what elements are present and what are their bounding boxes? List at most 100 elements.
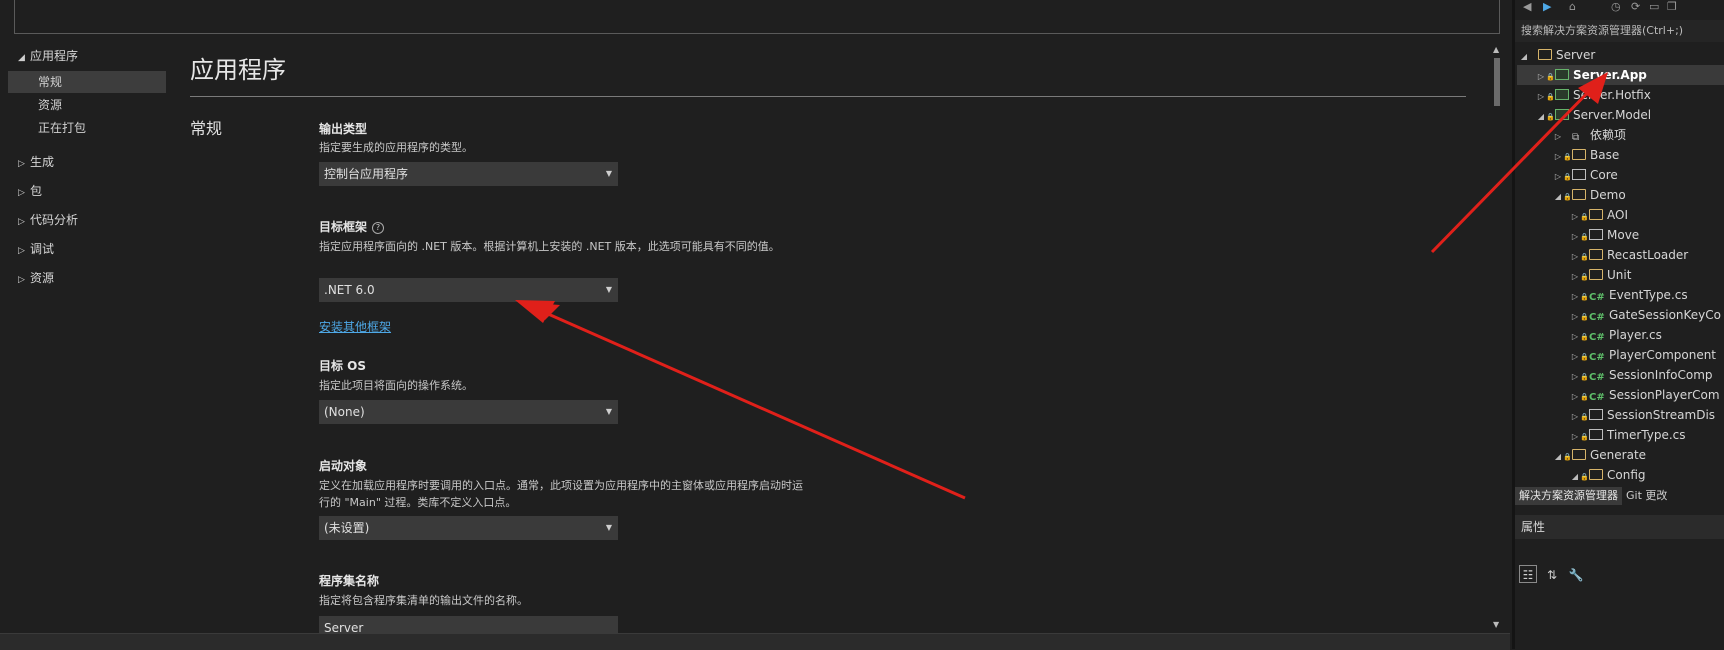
nav-group-label: 应用程序 [30,49,79,63]
expanded-arrow-icon[interactable]: ◢ [1570,467,1580,487]
tree-item-sessionplayercom[interactable]: ▷ 🔒C# SessionPlayerCom [1519,385,1724,405]
lock-icon: 🔒 [1580,433,1589,441]
tree-item-label: Demo [1590,188,1626,202]
tree-item-label: Config [1607,468,1646,482]
collapsed-arrow-icon[interactable]: ▷ [1570,267,1580,287]
tree-item-server[interactable]: ◢ Server [1519,45,1724,65]
target-framework-dropdown[interactable]: .NET 6.0 ▼ [319,278,618,302]
scrollbar-thumb[interactable] [1494,58,1500,106]
csharp-icon: C# [1589,332,1605,343]
collapsed-arrow-icon[interactable]: ▷ [1536,87,1546,107]
top-text-area[interactable] [14,0,1500,34]
tree-item-依赖项[interactable]: ▷ ⧉ 依赖项 [1519,125,1724,145]
vertical-scrollbar[interactable] [1490,44,1504,632]
tree-item-sessionstreamdis[interactable]: ▷ 🔒 SessionStreamDis [1519,405,1724,425]
help-icon[interactable]: ? [372,222,385,234]
tree-item-timertype-cs[interactable]: ▷ 🔒 TimerType.cs [1519,425,1724,445]
collapsed-arrow-icon[interactable]: ▷ [1536,67,1546,87]
collapsed-arrow-icon[interactable]: ▷ [1570,207,1580,227]
tree-item-config[interactable]: ◢ 🔒 Config [1519,465,1724,485]
scroll-down-icon[interactable]: ▼ [1493,620,1499,629]
tree-item-move[interactable]: ▷ 🔒 Move [1519,225,1724,245]
tree-item-label: 依赖项 [1590,128,1627,142]
nav-item-resources[interactable]: 资源 [38,95,62,115]
tree-item-gatesessionkeyco[interactable]: ▷ 🔒C# GateSessionKeyCo [1519,305,1724,325]
collapsed-arrow-icon[interactable]: ▷ [1570,347,1580,367]
nav-item-packaging[interactable]: 正在打包 [38,118,86,138]
alphabetical-icon[interactable]: ⇅ [1543,566,1561,584]
lock-icon: 🔒 [1580,273,1589,281]
output-type-dropdown[interactable]: 控制台应用程序 ▼ [319,162,618,186]
target-os-dropdown[interactable]: (None) ▼ [319,400,618,424]
back-icon[interactable]: ◀ [1523,0,1531,13]
csharp-icon: C# [1589,352,1605,363]
tree-item-unit[interactable]: ▷ 🔒 Unit [1519,265,1724,285]
collapsed-arrow-icon[interactable]: ▷ [1570,387,1580,407]
tree-item-core[interactable]: ▷ 🔒 Core [1519,165,1724,185]
lock-icon: 🔒 [1580,373,1589,381]
collapsed-arrow-icon[interactable]: ▷ [1570,307,1580,327]
tree-item-generate[interactable]: ◢ 🔒 Generate [1519,445,1724,465]
collapsed-arrow-icon[interactable]: ▷ [1570,247,1580,267]
assembly-name-label: 程序集名称 [319,574,380,588]
collapsed-arrow-icon[interactable]: ▷ [1553,147,1563,167]
nav-group-debug[interactable]: ▷ 调试 [18,239,54,259]
expanded-arrow-icon[interactable]: ◢ [1553,187,1563,207]
solution-search-box[interactable]: 搜索解决方案资源管理器(Ctrl+;) [1515,20,1724,42]
file-icon [1589,429,1603,440]
nav-item-general[interactable]: 常规 [38,72,62,92]
lock-icon: 🔒 [1580,213,1589,221]
install-frameworks-link[interactable]: 安装其他框架 [319,318,391,335]
collapsed-triangle-icon: ▷ [18,188,25,198]
tab-solution-explorer[interactable]: 解决方案资源管理器 [1515,487,1622,505]
startup-object-desc: 定义在加载应用程序时要调用的入口点。通常，此项设置为应用程序中的主窗体或应用程序… [319,479,803,509]
expanded-arrow-icon[interactable]: ◢ [1553,447,1563,467]
collapse-all-icon[interactable]: ▭ [1649,0,1659,13]
collapsed-arrow-icon[interactable]: ▷ [1570,427,1580,447]
startup-object-dropdown[interactable]: (未设置) ▼ [319,516,618,540]
lock-icon: 🔒 [1580,293,1589,301]
file-icon [1572,169,1586,180]
sync-icon[interactable]: ⟳ [1631,0,1640,13]
tree-item-playercomponent[interactable]: ▷ 🔒C# PlayerComponent [1519,345,1724,365]
nav-group-application[interactable]: ◢ 应用程序 [18,46,78,66]
nav-group-package[interactable]: ▷ 包 [18,181,42,201]
scroll-up-icon[interactable]: ▲ [1493,45,1499,54]
tree-item-aoi[interactable]: ▷ 🔒 AOI [1519,205,1724,225]
expanded-arrow-icon[interactable]: ◢ [1536,107,1546,127]
forward-icon[interactable]: ▶ [1543,0,1551,13]
tab-git-changes[interactable]: Git 更改 [1622,487,1671,505]
tree-item-server-model[interactable]: ◢ 🔒 Server.Model [1519,105,1724,125]
collapsed-arrow-icon[interactable]: ▷ [1570,227,1580,247]
folder-icon [1589,209,1603,220]
collapsed-arrow-icon[interactable]: ▷ [1553,167,1563,187]
nav-group-code-analysis[interactable]: ▷ 代码分析 [18,210,78,230]
folder-icon [1589,269,1603,280]
chevron-down-icon: ▼ [605,169,612,178]
collapsed-arrow-icon[interactable]: ▷ [1570,407,1580,427]
collapsed-arrow-icon[interactable]: ▷ [1570,367,1580,387]
tree-item-player-cs[interactable]: ▷ 🔒C# Player.cs [1519,325,1724,345]
tree-item-sessioninfocomp[interactable]: ▷ 🔒C# SessionInfoComp [1519,365,1724,385]
collapsed-arrow-icon[interactable]: ▷ [1570,327,1580,347]
tree-item-eventtype-cs[interactable]: ▷ 🔒C# EventType.cs [1519,285,1724,305]
wrench-icon[interactable]: 🔧 [1567,566,1585,584]
chevron-down-icon: ▼ [605,523,612,532]
expanded-arrow-icon[interactable]: ◢ [1519,47,1529,67]
nav-group-label: 包 [30,184,43,198]
collapsed-arrow-icon[interactable]: ▷ [1570,287,1580,307]
lock-icon: 🔒 [1580,253,1589,261]
categorized-icon[interactable]: ☷ [1519,565,1537,583]
tree-item-server-app[interactable]: ▷ 🔒 Server.App [1519,65,1724,85]
tree-item-server-hotfix[interactable]: ▷ 🔒 Server.Hotfix [1519,85,1724,105]
collapsed-arrow-icon[interactable]: ▷ [1553,127,1563,147]
tree-item-base[interactable]: ▷ 🔒 Base [1519,145,1724,165]
copy-icon[interactable]: ❐ [1667,0,1677,13]
home-icon[interactable]: ⌂ [1569,0,1576,13]
tree-item-demo[interactable]: ◢ 🔒 Demo [1519,185,1724,205]
tree-item-label: Core [1590,168,1618,182]
history-icon[interactable]: ◷ [1611,0,1621,13]
nav-group-resources[interactable]: ▷ 资源 [18,268,54,288]
nav-group-build[interactable]: ▷ 生成 [18,152,54,172]
tree-item-recastloader[interactable]: ▷ 🔒 RecastLoader [1519,245,1724,265]
